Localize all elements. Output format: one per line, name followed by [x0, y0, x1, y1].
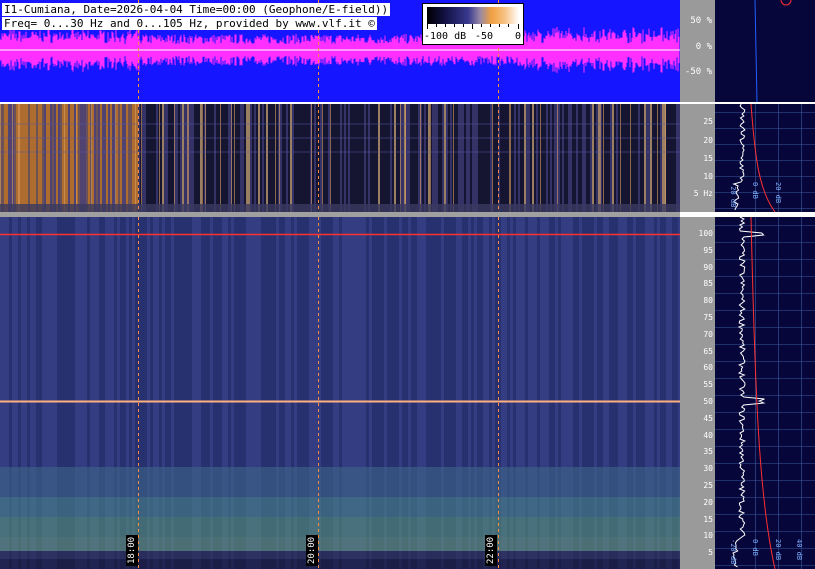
corner-curve [754, 0, 792, 102]
frequency-tick-label: 90 [703, 262, 713, 272]
time-mark: 22:00 [485, 534, 497, 566]
frequency-axis-full: 100 95 90 85 80 75 70 65 60 55 50 45 40 35 30 25 20 15 10 5 [680, 217, 715, 569]
waveform-panel: I1-Cumiana, Date=2026-04-04 Time=00:00 (… [0, 0, 680, 102]
reference-curve [750, 217, 776, 569]
frequency-tick-label: 35 [703, 447, 713, 457]
profile-db-label: 20 dB [774, 182, 782, 204]
frequency-tick-label: 60 [703, 363, 713, 373]
color-scale-gradient [427, 7, 519, 24]
profile-db-label: 20 dB [774, 539, 782, 561]
time-mark: 20:00 [306, 534, 318, 566]
frequency-tick-label: 40 [703, 430, 713, 440]
noise-band [0, 551, 680, 559]
noise-band [0, 559, 680, 569]
time-mark: 18:00 [126, 534, 138, 566]
amplitude-label: 0 % [695, 42, 712, 52]
color-scale-max-label: 0 [515, 31, 522, 42]
vlf-spectrogram-viewer: I1-Cumiana, Date=2026-04-04 Time=00:00 (… [0, 0, 815, 569]
frequency-tick-label: 25 [703, 117, 713, 126]
amplitude-label: 50 % [690, 16, 712, 26]
frequency-tick-label: 50 [703, 397, 713, 406]
frequency-tick-label: 80 [703, 296, 713, 306]
frequency-tick-label: 25 [703, 481, 713, 490]
frequency-tick-label: 5 Hz [693, 189, 713, 198]
noise-band [0, 497, 680, 517]
frequency-tick-label: 15 [703, 514, 713, 524]
noise-band [0, 467, 680, 497]
spectrogram-low-band [0, 204, 680, 212]
frequency-tick-label: 100 [698, 229, 713, 238]
spectrogram-full-range [0, 217, 680, 569]
spectrum-profile-low: -20 dB 0 dB 20 dB [715, 104, 815, 212]
noise-band [0, 517, 680, 537]
profile-plot-full [715, 217, 815, 569]
color-scale-legend: -100 dB -50 0 [422, 3, 524, 45]
corner-panel [715, 0, 815, 102]
color-scale-mid-label: -50 [475, 31, 494, 42]
amplitude-scale: 50 % 0 % -50 % [680, 0, 715, 102]
frequency-tick-label: 45 [703, 413, 713, 423]
frequency-tick-label: 65 [703, 346, 713, 356]
frequency-tick-label: 20 [703, 136, 713, 145]
frequency-tick-label: 10 [703, 531, 713, 541]
spectrogram-columns [0, 104, 680, 212]
spectrum-profile-full: -20 dB 0 dB 20 dB 40 dB [715, 217, 815, 569]
frequency-tick-label: 95 [703, 245, 713, 255]
profile-db-label: -20 dB [729, 182, 737, 208]
frequency-axis-low: 25 20 15 10 5 Hz [680, 104, 715, 212]
color-scale-ticks [427, 24, 519, 29]
frequency-tick-label: 15 [703, 154, 713, 163]
profile-db-label: -20 dB [729, 539, 737, 565]
spectrogram-low-frequency [0, 104, 680, 212]
color-scale-min-label: -100 dB [424, 31, 467, 42]
frequency-tick-label: 85 [703, 279, 713, 289]
frequency-tick-label: 5 [708, 548, 713, 558]
frequency-tick-label: 70 [703, 329, 713, 339]
profile-db-label: 0 dB [751, 182, 759, 199]
profile-db-label: 0 dB [751, 539, 759, 556]
amplitude-label: -50 % [684, 67, 712, 77]
station-title: I1-Cumiana, Date=2026-04-04 Time=00:00 (… [2, 3, 391, 16]
frequency-tick-label: 75 [703, 313, 713, 322]
frequency-tick-label: 20 [703, 497, 713, 507]
frequency-info: Freq= 0...30 Hz and 0...105 Hz, provided… [2, 17, 377, 30]
frequency-tick-label: 55 [703, 380, 713, 390]
noise-band [0, 537, 680, 551]
profile-db-label: 40 dB [795, 539, 803, 561]
frequency-tick-label: 30 [703, 464, 713, 474]
frequency-tick-label: 10 [703, 172, 713, 181]
